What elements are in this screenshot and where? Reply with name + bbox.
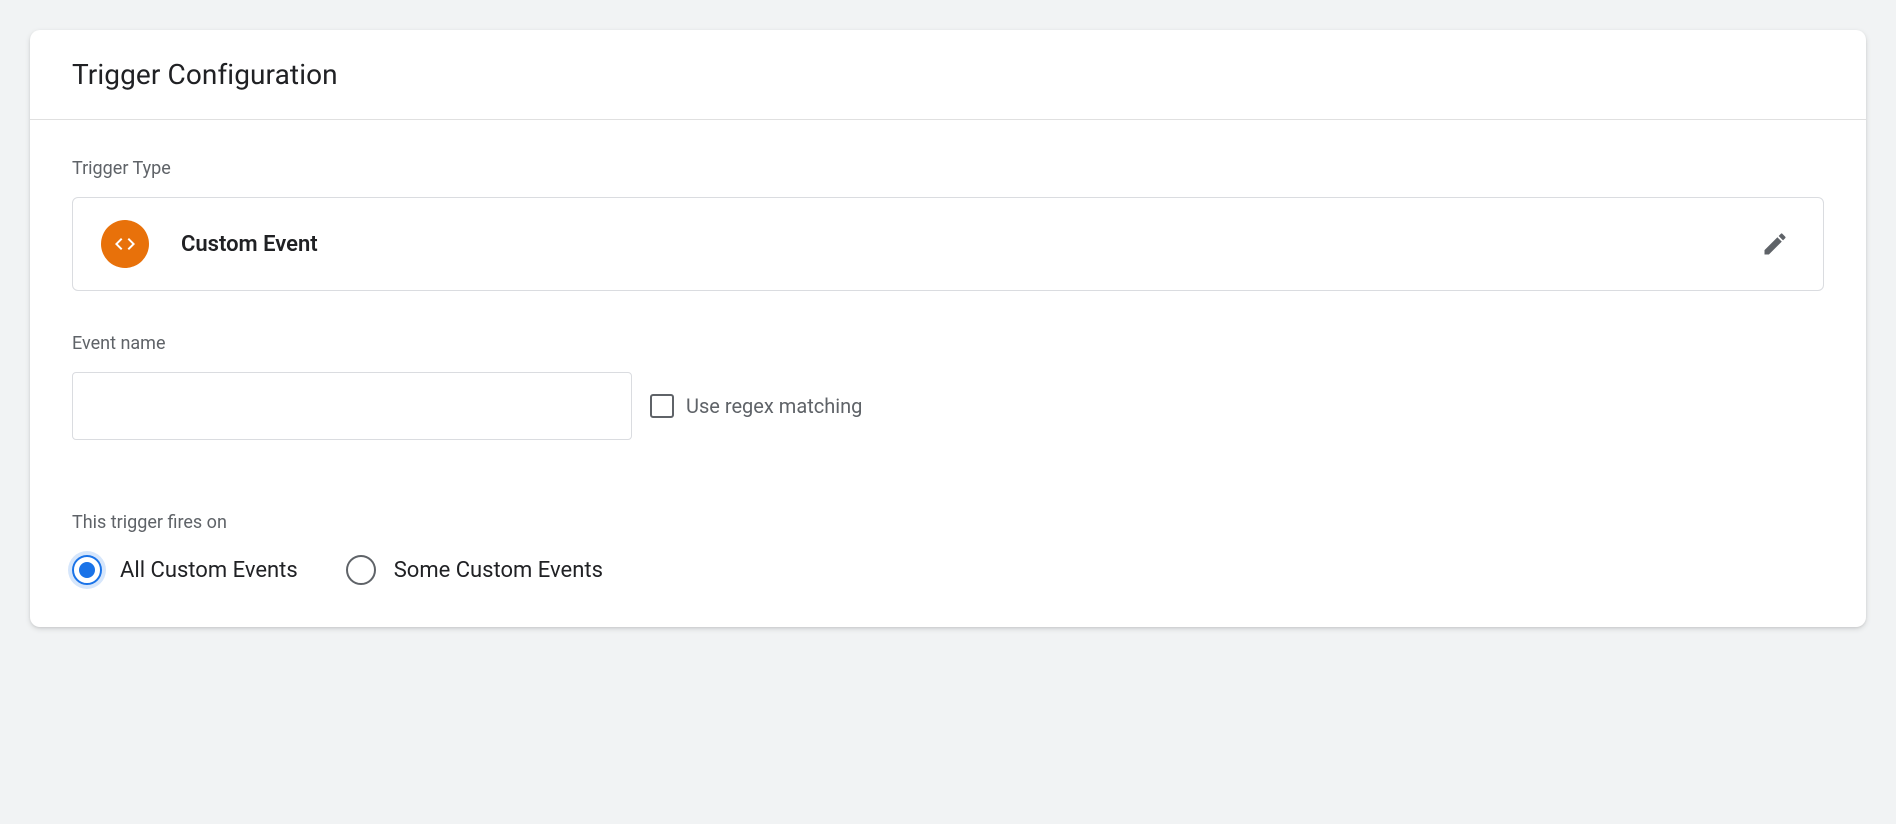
radio-some-custom-events[interactable]: Some Custom Events: [346, 555, 603, 585]
event-name-section: Event name Use regex matching: [72, 333, 1824, 440]
event-name-input[interactable]: [72, 372, 632, 440]
radio-some-label: Some Custom Events: [394, 558, 603, 583]
regex-checkbox[interactable]: Use regex matching: [650, 394, 862, 418]
radio-checked-icon: [72, 555, 102, 585]
card-title: Trigger Configuration: [72, 58, 1824, 91]
pencil-icon: [1761, 230, 1789, 258]
checkbox-icon: [650, 394, 674, 418]
card-body: Trigger Type Custom Event Event name Use…: [30, 120, 1866, 627]
fires-on-label: This trigger fires on: [72, 512, 1824, 533]
event-name-label: Event name: [72, 333, 1824, 354]
trigger-type-selector[interactable]: Custom Event: [72, 197, 1824, 291]
radio-all-label: All Custom Events: [120, 558, 298, 583]
code-icon: [101, 220, 149, 268]
trigger-type-name: Custom Event: [181, 232, 318, 257]
trigger-type-label: Trigger Type: [72, 158, 1824, 179]
radio-all-custom-events[interactable]: All Custom Events: [72, 555, 298, 585]
card-header: Trigger Configuration: [30, 30, 1866, 120]
event-name-row: Use regex matching: [72, 372, 1824, 440]
radio-unchecked-icon: [346, 555, 376, 585]
regex-checkbox-label: Use regex matching: [686, 394, 862, 418]
fires-on-radio-group: All Custom Events Some Custom Events: [72, 555, 1824, 585]
fires-on-section: This trigger fires on All Custom Events …: [72, 512, 1824, 585]
trigger-config-card: Trigger Configuration Trigger Type Custo…: [30, 30, 1866, 627]
trigger-type-left: Custom Event: [101, 220, 318, 268]
edit-trigger-type-button[interactable]: [1755, 224, 1795, 264]
